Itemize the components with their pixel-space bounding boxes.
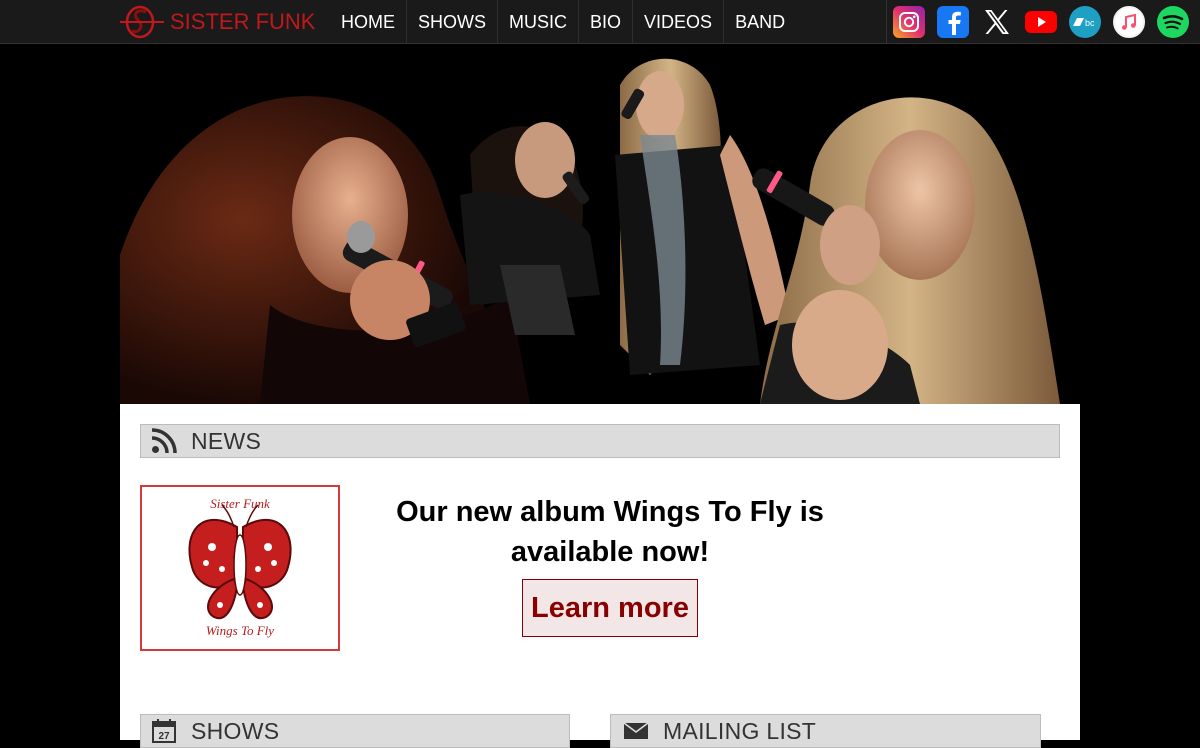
shows-title: SHOWS: [191, 717, 280, 744]
social-links: bc: [886, 0, 1200, 44]
site-logo[interactable]: SISTER FUNK: [120, 4, 315, 40]
hero-band-photo-collage: [120, 45, 1080, 404]
nav-home[interactable]: HOME: [330, 0, 407, 44]
x-icon[interactable]: [981, 6, 1013, 38]
nav-bio[interactable]: BIO: [579, 0, 634, 44]
news-title: NEWS: [191, 427, 262, 454]
sister-funk-logo-icon: [120, 5, 164, 39]
top-navigation-bar: SISTER FUNK HOME SHOWS MUSIC BIO VIDEOS …: [0, 0, 1200, 44]
spotify-icon[interactable]: [1157, 6, 1189, 38]
shows-header: 27 SHOWS: [140, 714, 570, 748]
learn-more-button[interactable]: Learn more: [522, 579, 698, 637]
bandcamp-icon[interactable]: bc: [1069, 6, 1101, 38]
svg-text:bc: bc: [1085, 18, 1095, 28]
apple-music-icon[interactable]: [1113, 6, 1145, 38]
news-headline: Our new album Wings To Fly is available …: [396, 496, 824, 568]
news-header: NEWS: [140, 424, 1060, 458]
youtube-icon[interactable]: [1025, 6, 1057, 38]
album-top-text: Sister Funk: [210, 496, 270, 511]
mailing-list-header: MAILING LIST: [610, 714, 1041, 748]
facebook-icon[interactable]: [937, 6, 969, 38]
butterfly-album-art: Sister Funk Wings To Fly: [188, 496, 292, 638]
logo-text: SISTER FUNK: [170, 9, 316, 34]
mailing-list-title: MAILING LIST: [663, 717, 817, 744]
svg-text:27: 27: [158, 731, 170, 742]
nav-shows[interactable]: SHOWS: [407, 0, 499, 44]
rss-icon: [151, 428, 177, 454]
band-performance-photo: [120, 45, 1080, 404]
nav-music[interactable]: MUSIC: [498, 0, 580, 44]
instagram-icon[interactable]: [893, 6, 925, 38]
calendar-icon: 27: [152, 719, 176, 743]
nav-band[interactable]: BAND: [724, 0, 796, 44]
album-bottom-text: Wings To Fly: [206, 623, 274, 638]
envelope-icon: [623, 722, 649, 739]
main-nav: HOME SHOWS MUSIC BIO VIDEOS BAND: [330, 0, 796, 44]
album-cover-wings-to-fly[interactable]: Sister Funk Wings To Fly: [140, 485, 340, 651]
nav-videos[interactable]: VIDEOS: [633, 0, 725, 44]
main-content: NEWS Sister Funk Wings To Fly Our new al…: [120, 404, 1080, 748]
